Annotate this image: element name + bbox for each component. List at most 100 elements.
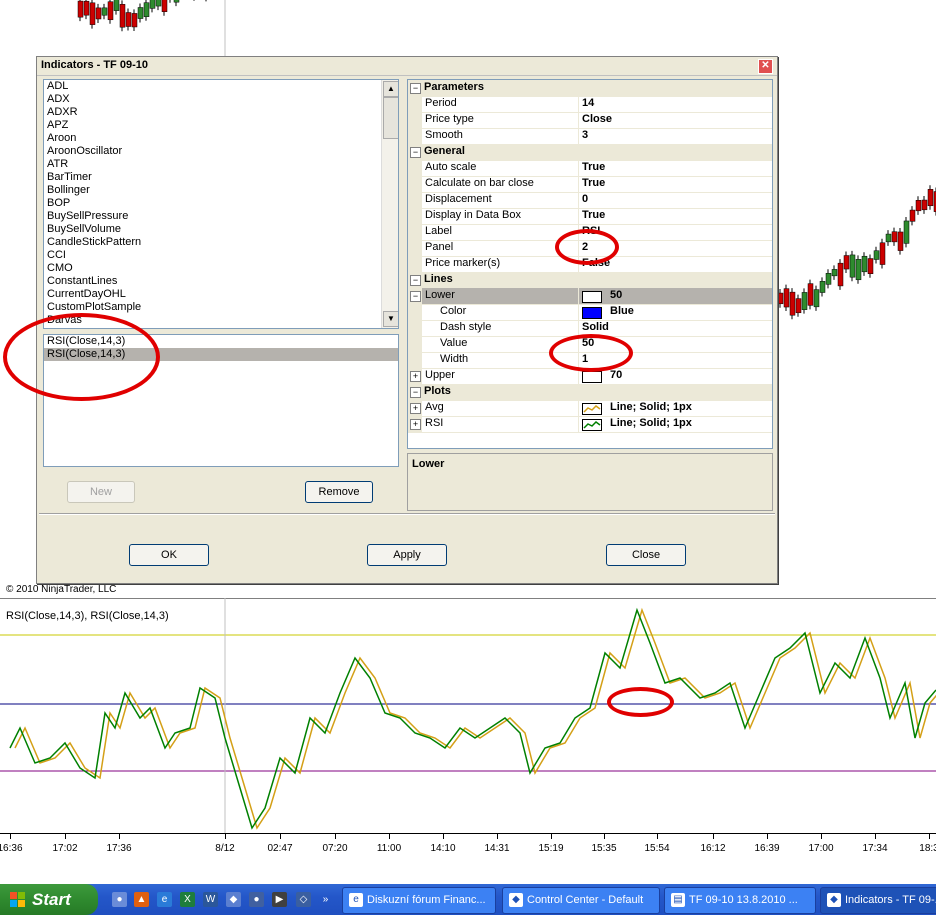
collapse-icon[interactable]: − — [410, 147, 421, 158]
taskbar-button[interactable]: ▤ TF 09-10 13.8.2010 ... — [664, 887, 816, 914]
property-row[interactable]: Auto scale True — [408, 160, 772, 177]
category-general[interactable]: − General — [408, 144, 772, 161]
grid-gutter — [408, 224, 422, 240]
list-item[interactable]: BuySellVolume — [44, 223, 398, 236]
ie-icon[interactable]: e — [157, 892, 172, 907]
property-value[interactable]: True — [582, 209, 605, 221]
quicklaunch-icon[interactable]: ● — [249, 892, 264, 907]
scroll-down-icon[interactable]: ▼ — [383, 311, 398, 327]
time-tick — [10, 834, 11, 839]
expand-icon[interactable]: + — [410, 371, 421, 382]
collapse-icon[interactable]: − — [410, 291, 421, 302]
new-button[interactable]: New — [67, 481, 135, 503]
property-name: Displacement — [425, 193, 492, 205]
chevron-right-icon[interactable]: » — [318, 892, 333, 907]
property-value[interactable]: Line; Solid; 1px — [610, 417, 692, 429]
grid-divider — [578, 128, 579, 144]
list-item[interactable]: Bollinger — [44, 184, 398, 197]
list-item[interactable]: ADXR — [44, 106, 398, 119]
time-tick — [119, 834, 120, 839]
collapse-icon[interactable]: − — [410, 275, 421, 286]
list-item[interactable]: ATR — [44, 158, 398, 171]
collapse-icon[interactable]: − — [410, 83, 421, 94]
category-plots[interactable]: − Plots — [408, 384, 772, 401]
ninjatrader-icon: ◆ — [509, 893, 523, 907]
quicklaunch-icon[interactable]: ◆ — [226, 892, 241, 907]
start-button[interactable]: Start — [0, 884, 98, 915]
time-label: 07:20 — [322, 843, 348, 854]
property-row[interactable]: + RSI Line; Solid; 1px — [408, 416, 772, 433]
list-item[interactable]: APZ — [44, 119, 398, 132]
property-name: Lines — [424, 273, 453, 285]
property-value[interactable]: 3 — [582, 129, 588, 141]
property-value[interactable]: Close — [582, 113, 612, 125]
property-row[interactable]: Period 14 — [408, 96, 772, 113]
taskbar-button[interactable]: ◆ Indicators - TF 09-... — [820, 887, 936, 914]
property-row[interactable]: Price type Close — [408, 112, 772, 129]
time-tick — [821, 834, 822, 839]
apply-button[interactable]: Apply — [367, 544, 447, 566]
property-value[interactable]: True — [582, 161, 605, 173]
property-value[interactable]: Solid — [582, 321, 609, 333]
list-item[interactable]: CMO — [44, 262, 398, 275]
property-value[interactable]: 50 — [610, 289, 622, 301]
quicklaunch-icon[interactable]: ◇ — [296, 892, 311, 907]
list-item[interactable]: BarTimer — [44, 171, 398, 184]
close-icon[interactable]: ✕ — [758, 59, 773, 74]
excel-icon[interactable]: X — [180, 892, 195, 907]
scroll-up-icon[interactable]: ▲ — [383, 81, 398, 97]
dialog-title-bar[interactable]: Indicators - TF 09-10 ✕ — [37, 57, 777, 76]
rsi-panel-label: RSI(Close,14,3), RSI(Close,14,3) — [6, 610, 169, 622]
property-row[interactable]: Calculate on bar close True — [408, 176, 772, 193]
list-item[interactable]: Aroon — [44, 132, 398, 145]
quicklaunch-icon[interactable]: ▲ — [134, 892, 149, 907]
list-item[interactable]: CurrentDayOHL — [44, 288, 398, 301]
remove-button[interactable]: Remove — [305, 481, 373, 503]
category-parameters[interactable]: − Parameters — [408, 80, 772, 97]
ok-button[interactable]: OK — [129, 544, 209, 566]
expand-icon[interactable]: + — [410, 403, 421, 414]
quicklaunch-icon[interactable]: ● — [112, 892, 127, 907]
scrollbar[interactable]: ▲ ▼ — [381, 80, 398, 328]
list-item[interactable]: AroonOscillator — [44, 145, 398, 158]
list-item[interactable]: CustomPlotSample — [44, 301, 398, 314]
indicator-list[interactable]: ADL ADX ADXR APZ Aroon AroonOscillator ATR BarT… — [43, 79, 399, 329]
property-name: Panel — [425, 241, 454, 253]
list-item[interactable]: BOP — [44, 197, 398, 210]
property-value[interactable]: True — [582, 177, 605, 189]
word-icon[interactable]: W — [203, 892, 218, 907]
property-row-lower[interactable]: − Lower 50 — [408, 288, 772, 305]
property-value[interactable]: Blue — [610, 305, 634, 317]
property-row[interactable]: + Avg Line; Solid; 1px — [408, 400, 772, 417]
collapse-icon[interactable]: − — [410, 387, 421, 398]
list-item[interactable]: ConstantLines — [44, 275, 398, 288]
taskbar-button[interactable]: ◆ Control Center - Default — [502, 887, 660, 914]
category-lines[interactable]: − Lines — [408, 272, 772, 289]
close-button[interactable]: Close — [606, 544, 686, 566]
property-value[interactable]: 70 — [610, 369, 622, 381]
grid-gutter — [408, 208, 422, 224]
candlestick — [801, 288, 808, 314]
property-row[interactable]: Color Blue — [408, 304, 772, 321]
annotation-ellipse — [3, 313, 160, 401]
property-value[interactable]: Line; Solid; 1px — [610, 401, 692, 413]
list-item[interactable]: ADX — [44, 93, 398, 106]
property-row[interactable]: Smooth 3 — [408, 128, 772, 145]
list-item[interactable]: ADL — [44, 80, 398, 93]
property-row[interactable]: Display in Data Box True — [408, 208, 772, 225]
ie-icon: e — [349, 893, 363, 907]
property-value[interactable]: 0 — [582, 193, 588, 205]
expand-icon[interactable]: + — [410, 419, 421, 430]
media-icon[interactable]: ▶ — [272, 892, 287, 907]
candlestick — [813, 285, 820, 311]
taskbar-button[interactable]: e Diskuzní fórum Financ... — [342, 887, 496, 914]
list-item[interactable]: BuySellPressure — [44, 210, 398, 223]
property-name: Calculate on bar close — [425, 177, 534, 189]
list-item[interactable]: CandleStickPattern — [44, 236, 398, 249]
scroll-thumb[interactable] — [383, 97, 398, 139]
property-value[interactable]: 14 — [582, 97, 594, 109]
candlestick — [909, 206, 916, 226]
list-item[interactable]: CCI — [44, 249, 398, 262]
rsi-panel[interactable] — [0, 598, 936, 833]
property-row[interactable]: Displacement 0 — [408, 192, 772, 209]
